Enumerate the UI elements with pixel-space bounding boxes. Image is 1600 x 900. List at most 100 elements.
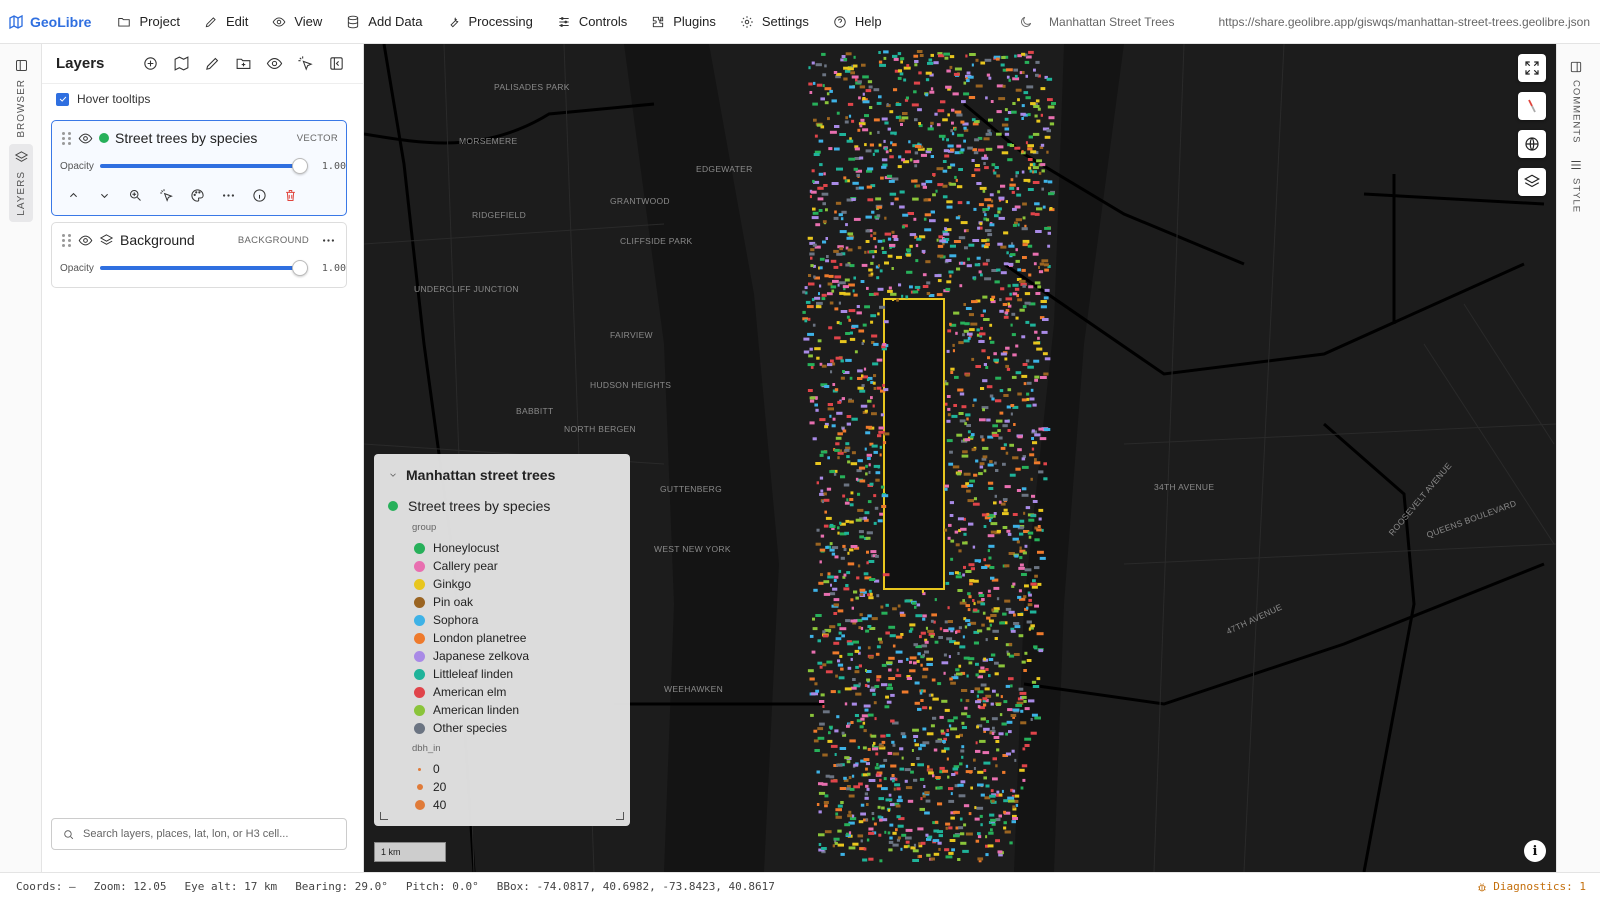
tab-comments[interactable]: COMMENTS bbox=[1569, 60, 1583, 143]
map-icon bbox=[9, 14, 23, 29]
slider-handle[interactable] bbox=[291, 158, 308, 174]
app-logo[interactable]: GeoLibre bbox=[0, 14, 91, 30]
move-up-icon[interactable] bbox=[66, 188, 81, 203]
legend-swatch bbox=[414, 686, 425, 698]
fullscreen-button[interactable] bbox=[1518, 54, 1546, 82]
legend-item-label: London planetree bbox=[433, 631, 527, 645]
more-icon[interactable] bbox=[221, 188, 236, 203]
menu-label: Edit bbox=[225, 14, 249, 29]
resize-handle-icon[interactable] bbox=[616, 812, 624, 820]
identify-icon[interactable] bbox=[297, 55, 314, 72]
legend-layer-swatch bbox=[388, 501, 398, 511]
drag-handle-icon[interactable] bbox=[62, 131, 72, 145]
status-bar: Coords: — Zoom: 12.05 Eye alt: 17 km Bea… bbox=[0, 872, 1600, 900]
menu-plugins[interactable]: Plugins bbox=[639, 0, 728, 44]
search-input[interactable]: Search layers, places, lat, lon, or H3 c… bbox=[83, 828, 288, 840]
opacity-value: 1.00 bbox=[321, 262, 346, 274]
legend-item: Japanese zelkova bbox=[414, 647, 616, 665]
basemap-icon[interactable] bbox=[173, 55, 190, 72]
map-canvas[interactable]: PALISADES PARK MORSEMERE RIDGEFIELD GRAN… bbox=[364, 44, 1556, 872]
collapse-panel-icon[interactable] bbox=[328, 55, 345, 72]
draw-icon[interactable] bbox=[204, 55, 221, 72]
place-label: RIDGEFIELD bbox=[472, 210, 527, 220]
diagnostics-button[interactable]: Diagnostics: 1 bbox=[1476, 880, 1586, 893]
drag-handle-icon[interactable] bbox=[62, 233, 72, 247]
eye-icon[interactable] bbox=[78, 131, 93, 146]
hover-tooltips-checkbox[interactable] bbox=[56, 92, 69, 106]
menu-view[interactable]: View bbox=[260, 0, 334, 44]
legend-item: Littleleaf linden bbox=[414, 665, 616, 683]
help-icon bbox=[834, 15, 846, 28]
palette-icon[interactable] bbox=[190, 188, 205, 203]
wrench-icon bbox=[449, 16, 458, 27]
compass-button[interactable] bbox=[1518, 92, 1546, 120]
eye-icon[interactable] bbox=[78, 233, 93, 248]
menu-add-data[interactable]: Add Data bbox=[334, 0, 434, 44]
status-bearing: Bearing: 29.0° bbox=[295, 880, 388, 893]
menu-label: Settings bbox=[761, 14, 809, 29]
place-label: GRANTWOOD bbox=[610, 196, 670, 206]
info-icon[interactable] bbox=[252, 188, 267, 203]
legend-size-value: 0 bbox=[433, 762, 440, 776]
resize-handle-icon[interactable] bbox=[380, 812, 388, 820]
more-icon[interactable] bbox=[321, 233, 336, 248]
layer-card-background[interactable]: Background BACKGROUND Opacity 1.00 bbox=[51, 222, 347, 288]
compass-icon bbox=[1528, 99, 1536, 113]
legend-header[interactable]: Manhattan street trees bbox=[388, 464, 616, 486]
zoom-to-layer-icon[interactable] bbox=[128, 188, 143, 203]
attribution-info-button[interactable]: i bbox=[1524, 840, 1546, 862]
opacity-slider[interactable] bbox=[100, 158, 308, 174]
search-icon bbox=[64, 829, 74, 839]
legend-size-item: 0 bbox=[414, 760, 616, 778]
menu-processing[interactable]: Processing bbox=[435, 0, 545, 44]
project-name: Manhattan Street Trees bbox=[1049, 15, 1175, 29]
chevron-down-icon[interactable] bbox=[388, 470, 398, 480]
layer-search-box[interactable]: Search layers, places, lat, lon, or H3 c… bbox=[51, 818, 347, 850]
menu-settings[interactable]: Settings bbox=[728, 0, 821, 44]
opacity-value: 1.00 bbox=[321, 160, 346, 172]
app-name: GeoLibre bbox=[30, 13, 92, 30]
identify-icon[interactable] bbox=[159, 188, 174, 203]
legend-swatch bbox=[414, 668, 425, 680]
globe-button[interactable] bbox=[1518, 130, 1546, 158]
legend-item-label: Ginkgo bbox=[433, 577, 472, 591]
slider-handle[interactable] bbox=[291, 260, 308, 276]
move-down-icon[interactable] bbox=[97, 188, 112, 203]
puzzle-icon bbox=[653, 16, 664, 27]
opacity-slider[interactable] bbox=[100, 260, 308, 276]
sliders-icon bbox=[559, 16, 569, 27]
pencil-icon bbox=[205, 16, 216, 27]
visibility-icon[interactable] bbox=[266, 55, 283, 72]
hover-tooltips-toggle[interactable]: Hover tooltips bbox=[42, 84, 363, 114]
menu-controls[interactable]: Controls bbox=[545, 0, 639, 44]
layers-icon bbox=[1524, 174, 1540, 188]
share-url[interactable]: https://share.geolibre.app/giswqs/manhat… bbox=[1218, 15, 1590, 29]
layers-icon bbox=[99, 233, 114, 245]
legend-item-label: Other species bbox=[433, 721, 508, 735]
add-group-icon[interactable] bbox=[235, 55, 252, 72]
place-label: EDGEWATER bbox=[696, 164, 753, 174]
tab-layers[interactable]: LAYERS bbox=[9, 144, 33, 222]
legend-item: Honeylocust bbox=[414, 539, 616, 557]
menu-label: Help bbox=[854, 14, 882, 29]
menu-project[interactable]: Project bbox=[105, 0, 191, 44]
moon-icon[interactable] bbox=[1019, 15, 1033, 29]
layers-panel-header: Layers bbox=[42, 44, 363, 84]
delete-icon[interactable] bbox=[283, 188, 298, 203]
legend-title: Manhattan street trees bbox=[406, 467, 556, 483]
legend-swatch bbox=[414, 650, 425, 662]
tab-browser[interactable]: BROWSER bbox=[9, 58, 33, 138]
menu-edit[interactable]: Edit bbox=[192, 0, 260, 44]
menu-help[interactable]: Help bbox=[821, 0, 894, 44]
place-label: WEST NEW YORK bbox=[654, 544, 731, 554]
place-label: NORTH BERGEN bbox=[564, 424, 636, 434]
place-label: MORSEMERE bbox=[459, 136, 518, 146]
legend-item-label: Callery pear bbox=[433, 559, 498, 573]
legend-item: American linden bbox=[414, 701, 616, 719]
place-label: 34TH AVENUE bbox=[1154, 482, 1215, 492]
add-layer-icon[interactable] bbox=[142, 55, 159, 72]
layer-switcher-button[interactable] bbox=[1518, 168, 1546, 196]
layer-card-street-trees[interactable]: Street trees by species VECTOR Opacity 1… bbox=[51, 120, 347, 216]
layers-panel: Layers Hover tooltips Street trees by sp… bbox=[42, 44, 364, 872]
tab-style[interactable]: STYLE bbox=[1569, 158, 1583, 213]
